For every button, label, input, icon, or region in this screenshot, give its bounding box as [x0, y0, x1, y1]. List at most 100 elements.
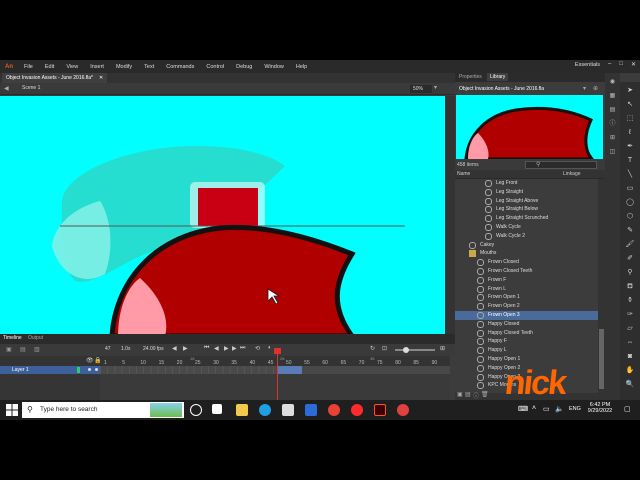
layer-name[interactable]: Layer 1	[12, 367, 29, 373]
tab-timeline[interactable]: Timeline	[3, 335, 22, 341]
lasso-tool-icon[interactable]: ℓ	[624, 128, 636, 138]
brush-tool-icon[interactable]: 🖌	[624, 240, 636, 250]
fast-forward-icon[interactable]: ⏭	[240, 345, 245, 352]
menu-commands[interactable]: Commands	[160, 64, 200, 70]
rewind-icon[interactable]: ⏮	[204, 345, 209, 352]
bone-tool-icon[interactable]: ⚲	[624, 268, 636, 278]
windows-start-icon[interactable]	[6, 404, 18, 416]
selected-frames[interactable]	[278, 366, 302, 374]
chevron-down-icon[interactable]: ▾	[583, 85, 586, 92]
library-item[interactable]: Walk Cycle 2	[455, 232, 598, 241]
library-item[interactable]: Frown F	[455, 276, 598, 285]
library-item[interactable]: Leg Front	[455, 179, 598, 188]
playback-speed[interactable]: 1.0x	[121, 346, 130, 352]
subselection-tool-icon[interactable]: ↖	[624, 100, 636, 110]
tab-library[interactable]: Library	[487, 73, 509, 81]
visibility-dot-icon[interactable]	[88, 368, 91, 371]
library-item[interactable]: Leg Straight Scrunched	[455, 214, 598, 223]
menu-text[interactable]: Text	[138, 64, 160, 70]
task-view-icon[interactable]	[212, 404, 222, 414]
library-item[interactable]: Frown Open 2	[455, 302, 598, 311]
step-forward-icon[interactable]: ▶	[183, 345, 188, 352]
taskbar-search-input[interactable]: ⚲ Type here to search	[22, 402, 184, 418]
clock[interactable]: 6:42 PM 9/29/2022	[583, 402, 617, 414]
hand-tool-icon[interactable]: ✋	[624, 366, 636, 376]
stage-scrollbar[interactable]	[445, 96, 455, 334]
rectangle-tool-icon[interactable]: ▭	[624, 184, 636, 194]
prev-frame-icon[interactable]: ◀	[214, 345, 219, 352]
color-panel-icon[interactable]: ◉	[607, 77, 618, 87]
trash-icon[interactable]: 🗑	[481, 391, 489, 398]
playhead-handle[interactable]	[274, 348, 281, 354]
menu-control[interactable]: Control	[200, 64, 230, 70]
cortana-icon[interactable]	[190, 404, 202, 416]
paint-bucket-icon[interactable]: ⛾	[624, 282, 636, 292]
zoom-field[interactable]: 50%	[410, 85, 432, 93]
document-tab[interactable]: Object Invasion Assets - June 2016.fla* …	[2, 73, 108, 83]
chevron-up-icon[interactable]: ˄	[532, 405, 536, 412]
network-icon[interactable]: ▭	[543, 405, 550, 413]
stage-canvas[interactable]	[0, 96, 445, 334]
onion-skin-icon[interactable]: ◐	[268, 345, 272, 351]
volume-icon[interactable]: 🔈	[555, 405, 564, 413]
info-icon[interactable]: ⓘ	[607, 119, 618, 129]
properties-icon[interactable]: ⓘ	[473, 391, 479, 400]
zoom-tool-icon[interactable]: 🔍	[624, 380, 636, 390]
new-folder-icon[interactable]: ▤	[465, 391, 471, 398]
menu-edit[interactable]: Edit	[39, 64, 60, 70]
maximize-button[interactable]: □	[619, 61, 623, 68]
library-item[interactable]: Mouths	[455, 249, 598, 258]
align-icon[interactable]: ▤	[607, 105, 618, 115]
polystar-tool-icon[interactable]: ⬡	[624, 212, 636, 222]
eye-icon[interactable]: 👁	[86, 357, 94, 364]
zoom-slider-thumb[interactable]	[403, 347, 409, 353]
library-item[interactable]: Frown L	[455, 285, 598, 294]
ink-bottle-icon[interactable]: ⚱	[624, 296, 636, 306]
document-tab-close-icon[interactable]: ✕	[99, 73, 103, 83]
library-item[interactable]: Happy Closed	[455, 320, 598, 329]
free-transform-icon[interactable]: ⬚	[624, 114, 636, 124]
text-tool-icon[interactable]: T	[624, 156, 636, 166]
eyedropper-icon[interactable]: ✑	[624, 310, 636, 320]
back-arrow-icon[interactable]: ◀	[4, 85, 9, 92]
library-item[interactable]: Happy F	[455, 337, 598, 346]
library-item[interactable]: Happy L	[455, 346, 598, 355]
center-frame-icon[interactable]: ↻	[370, 345, 375, 352]
new-folder-icon[interactable]: ▤	[20, 346, 26, 353]
library-item[interactable]: Leg Straight Above	[455, 197, 598, 206]
keyframe-span[interactable]	[100, 366, 300, 374]
menu-view[interactable]: View	[60, 64, 84, 70]
eraser-tool-icon[interactable]: ▱	[624, 324, 636, 334]
zoom-in-icon[interactable]: ⊞	[440, 345, 445, 352]
layer-options-icon[interactable]: ⊡	[382, 345, 387, 352]
current-frame[interactable]: 47	[105, 346, 111, 352]
zoom-slider[interactable]	[395, 349, 435, 351]
new-layer-icon[interactable]: ▣	[6, 346, 12, 353]
step-back-icon[interactable]: ◀	[172, 345, 177, 352]
next-frame-icon[interactable]: ▶	[232, 345, 237, 352]
components-icon[interactable]: ◫	[607, 147, 618, 157]
scrollbar-thumb[interactable]	[599, 329, 604, 389]
file-explorer-icon[interactable]	[236, 404, 248, 416]
minimize-button[interactable]: –	[608, 61, 611, 68]
chrome-icon[interactable]	[328, 404, 340, 416]
oval-tool-icon[interactable]: ◯	[624, 198, 636, 208]
menu-help[interactable]: Help	[290, 64, 313, 70]
chevron-down-icon[interactable]: ▾	[434, 84, 437, 91]
close-button[interactable]: ✕	[631, 61, 636, 68]
pin-icon[interactable]: ⊕	[593, 85, 598, 92]
pen-tool-icon[interactable]: ✒	[624, 142, 636, 152]
keyboard-icon[interactable]: ⌨	[518, 405, 528, 413]
width-tool-icon[interactable]: ⇔	[624, 338, 636, 348]
camera-tool-icon[interactable]: ◙	[624, 352, 636, 362]
library-item[interactable]: Leg Straight	[455, 188, 598, 197]
transform-icon[interactable]: ⊞	[607, 133, 618, 143]
playhead-line[interactable]	[277, 350, 278, 400]
notifications-icon[interactable]: ▢	[624, 405, 631, 413]
library-item[interactable]: Cakey	[455, 241, 598, 250]
menu-debug[interactable]: Debug	[230, 64, 258, 70]
opera-icon[interactable]	[351, 404, 363, 416]
library-search-input[interactable]: ⚲	[525, 161, 597, 169]
library-item[interactable]: Frown Open 1	[455, 293, 598, 302]
library-document-select[interactable]: Object Invasion Assets - June 2016.fla ▾…	[455, 84, 605, 94]
